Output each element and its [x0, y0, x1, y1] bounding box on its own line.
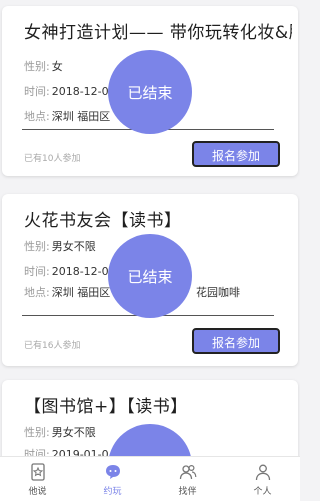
- people-icon: [179, 464, 196, 479]
- joined-count: 已有10人参加: [24, 154, 81, 164]
- gender-value: 男女不限: [51, 240, 96, 253]
- tab-tashuo[interactable]: 他说: [0, 457, 75, 501]
- person-icon: [255, 464, 270, 480]
- tab-label: 约玩: [103, 486, 122, 497]
- event-feed[interactable]: 女神打造计划—— 带你玩转化妆&服 性别: 女 时间: 2018-12-0 地点: 深…: [0, 0, 300, 456]
- join-button[interactable]: 报名参加: [192, 328, 280, 354]
- ended-badge: 已结束: [108, 50, 192, 134]
- tab-geren[interactable]: 个人: [225, 457, 300, 501]
- time-value: 2018-12-0: [51, 265, 109, 278]
- time-row: 时间: 2018-12-0: [24, 263, 109, 279]
- gender-row: 性别: 女: [24, 58, 63, 74]
- time-label: 时间:: [24, 448, 50, 456]
- gender-label: 性别:: [24, 240, 50, 253]
- time-label: 时间:: [24, 85, 50, 98]
- event-title: 火花书友会【读书】: [24, 211, 182, 231]
- place-row: 地点: 深圳 福田区: [24, 284, 110, 300]
- joined-count: 已有16人参加: [24, 341, 81, 351]
- chat-bubble-icon: [105, 464, 120, 479]
- place-label: 地点:: [24, 286, 50, 299]
- star-page-icon: [30, 462, 45, 481]
- join-button[interactable]: 报名参加: [192, 141, 280, 167]
- ended-badge: 已结束: [108, 234, 192, 318]
- tab-label: 个人: [253, 486, 272, 497]
- time-label: 时间:: [24, 265, 50, 278]
- event-card[interactable]: 火花书友会【读书】 性别: 男女不限 时间: 2018-12-0 地点: 深圳 福田区…: [2, 194, 298, 366]
- gender-row: 性别: 男女不限: [24, 424, 96, 440]
- ended-badge: [108, 424, 192, 456]
- time-row: 时间: 2019-01-0: [24, 446, 109, 456]
- gender-label: 性别:: [24, 426, 50, 439]
- time-row: 时间: 2018-12-0: [24, 83, 109, 99]
- time-value: 2019-01-0: [51, 448, 109, 456]
- tab-yuewan[interactable]: 约玩: [75, 457, 150, 501]
- event-title: 女神打造计划—— 带你玩转化妆&服: [24, 23, 292, 43]
- place-extra: 花园咖啡: [194, 284, 240, 300]
- bottom-tab-bar: 他说 约玩 找伴 个人: [0, 456, 300, 501]
- place-value: 深圳 福田区: [51, 110, 111, 123]
- gender-value: 女: [51, 60, 63, 73]
- gender-label: 性别:: [24, 60, 50, 73]
- place-extra-value: 花园咖啡: [196, 286, 240, 299]
- time-value: 2018-12-0: [51, 85, 109, 98]
- place-label: 地点:: [24, 110, 50, 123]
- tab-label: 找伴: [178, 486, 197, 497]
- tab-label: 他说: [28, 486, 47, 497]
- event-title: 【图书馆+】【读书】: [24, 397, 188, 417]
- place-value: 深圳 福田区: [51, 286, 111, 299]
- place-row: 地点: 深圳 福田区: [24, 108, 110, 124]
- event-card[interactable]: 【图书馆+】【读书】 性别: 男女不限 时间: 2019-01-0: [2, 380, 298, 456]
- gender-value: 男女不限: [51, 426, 96, 439]
- event-card[interactable]: 女神打造计划—— 带你玩转化妆&服 性别: 女 时间: 2018-12-0 地点: 深…: [2, 6, 298, 176]
- gender-row: 性别: 男女不限: [24, 238, 96, 254]
- tab-zhaoban[interactable]: 找伴: [150, 457, 225, 501]
